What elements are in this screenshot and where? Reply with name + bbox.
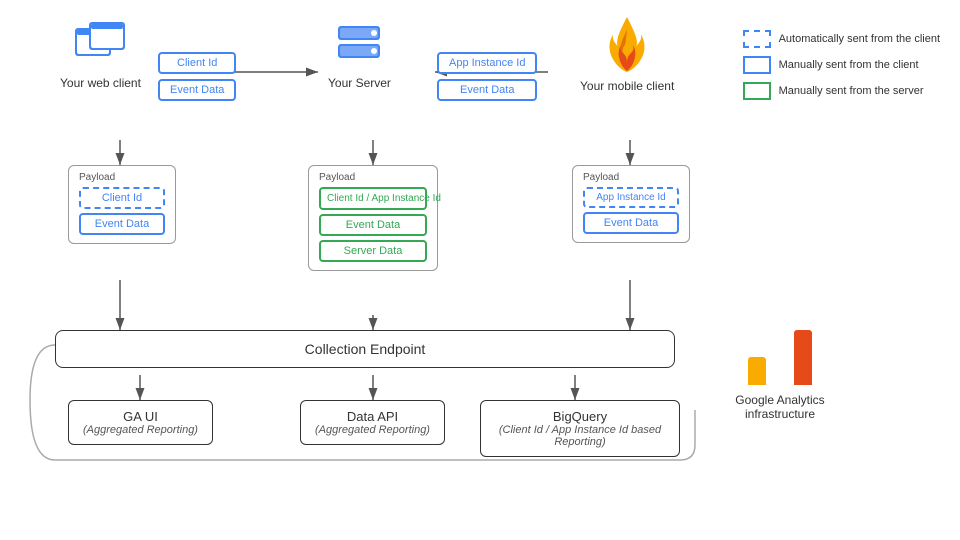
mobile-client-section: Your mobile client (580, 15, 674, 93)
server-payload-serverdata: Server Data (319, 240, 427, 262)
legend-label-manual-server: Manually sent from the server (779, 85, 924, 97)
web-client-label: Your web client (60, 76, 141, 90)
data-api-subtitle: (Aggregated Reporting) (311, 424, 434, 436)
web-payload: Payload Client Id Event Data (68, 165, 176, 244)
bigquery-subtitle: (Client Id / App Instance Id based Repor… (491, 424, 669, 448)
server-payload-eventdata: Event Data (319, 214, 427, 236)
web-client-icon (71, 20, 129, 72)
web-event-data-box: Event Data (158, 79, 236, 101)
legend-label-manual-client: Manually sent from the client (779, 59, 919, 71)
web-payload-clientid: Client Id (79, 187, 165, 209)
bigquery-title: BigQuery (491, 409, 669, 424)
ga-bar-1 (748, 357, 766, 385)
app-instance-id-box: App Instance Id (437, 52, 537, 74)
legend-item-manual-server: Manually sent from the server (743, 82, 940, 100)
diagram-container: Automatically sent from the client Manua… (0, 0, 960, 540)
server-payload: Payload Client Id / App Instance Id Even… (308, 165, 438, 271)
web-client-section: Your web client (60, 20, 141, 90)
legend: Automatically sent from the client Manua… (743, 30, 940, 100)
server-payload-label: Payload (319, 172, 427, 183)
output-ga-ui: GA UI (Aggregated Reporting) (68, 400, 213, 445)
ga-icon (710, 330, 850, 385)
mobile-payload-label: Payload (583, 172, 679, 183)
server-data-boxes: App Instance Id Event Data (437, 52, 537, 101)
server-icon (330, 20, 388, 72)
legend-item-manual-client: Manually sent from the client (743, 56, 940, 74)
mobile-payload-eventdata: Event Data (583, 212, 679, 234)
ga-infrastructure: Google Analytics infrastructure (710, 330, 850, 421)
legend-label-auto: Automatically sent from the client (779, 33, 940, 45)
web-payload-eventdata: Event Data (79, 213, 165, 235)
web-data-boxes: Client Id Event Data (158, 52, 236, 101)
ga-ui-title: GA UI (79, 409, 202, 424)
legend-box-dashed (743, 30, 771, 48)
collection-endpoint-label: Collection Endpoint (305, 341, 426, 357)
ga-bar-2 (771, 343, 789, 385)
web-client-id-box: Client Id (158, 52, 236, 74)
legend-box-solid-blue (743, 56, 771, 74)
server-section: Your Server (328, 20, 391, 90)
output-bigquery: BigQuery (Client Id / App Instance Id ba… (480, 400, 680, 457)
legend-box-solid-green (743, 82, 771, 100)
mobile-payload: Payload App Instance Id Event Data (572, 165, 690, 243)
web-payload-label: Payload (79, 172, 165, 183)
server-payload-id: Client Id / App Instance Id (319, 187, 427, 210)
ga-ui-subtitle: (Aggregated Reporting) (79, 424, 202, 436)
server-payload-items: Client Id / App Instance Id Event Data S… (319, 187, 427, 262)
mobile-payload-appid: App Instance Id (583, 187, 679, 208)
data-api-title: Data API (311, 409, 434, 424)
mobile-payload-items: App Instance Id Event Data (583, 187, 679, 234)
legend-item-auto: Automatically sent from the client (743, 30, 940, 48)
collection-endpoint: Collection Endpoint (55, 330, 675, 368)
ga-bar-3 (794, 330, 812, 385)
mobile-client-label: Your mobile client (580, 79, 674, 93)
web-payload-items: Client Id Event Data (79, 187, 165, 235)
server-label: Your Server (328, 76, 391, 90)
output-data-api: Data API (Aggregated Reporting) (300, 400, 445, 445)
server-event-data-box: Event Data (437, 79, 537, 101)
mobile-client-icon (602, 15, 652, 75)
ga-infrastructure-label: Google Analytics infrastructure (710, 393, 850, 421)
